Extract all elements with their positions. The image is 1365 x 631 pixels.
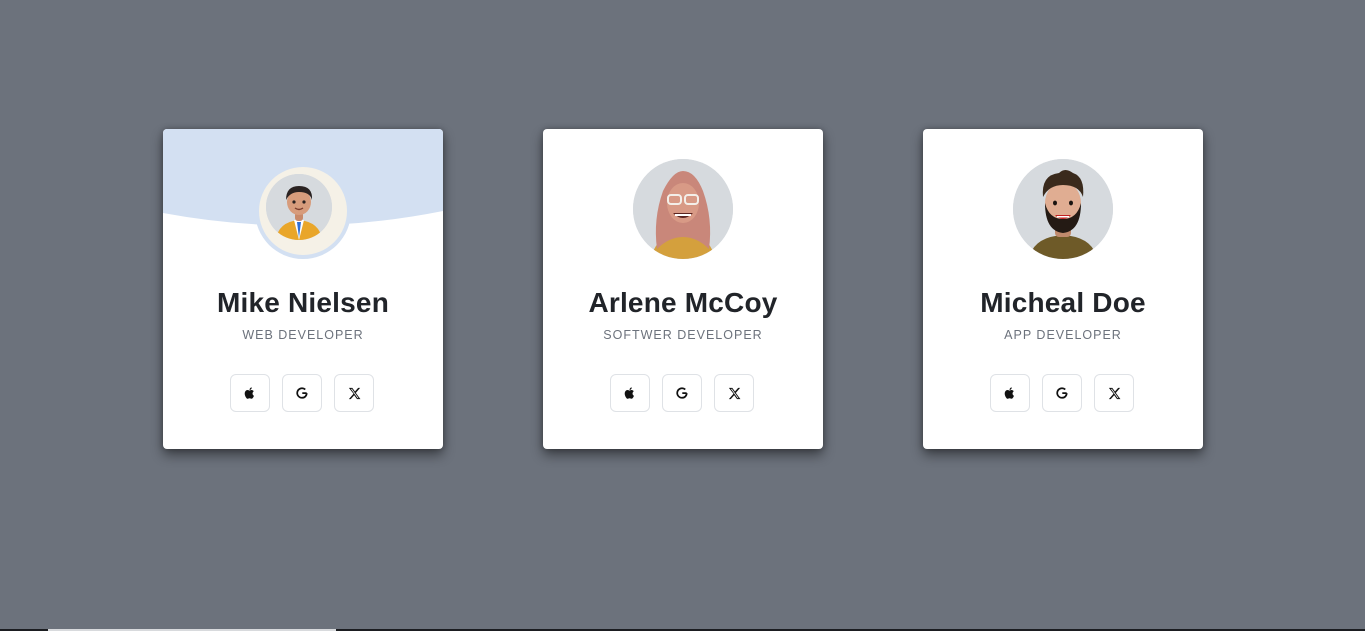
apple-button[interactable] [230,374,270,412]
social-links [610,374,756,414]
x-button[interactable] [334,374,374,412]
social-links [230,374,376,414]
avatar [255,163,351,259]
apple-button[interactable] [990,374,1030,412]
apple-icon [1004,387,1014,399]
page: Mike Nielsen WEB DEVELOPER Arlene McCoy … [0,0,1365,631]
x-icon [728,387,740,399]
x-button[interactable] [1094,374,1134,412]
profile-role: APP DEVELOPER [1004,328,1122,342]
profile-name: Arlene McCoy [588,287,778,318]
profile-card: Micheal Doe APP DEVELOPER [923,129,1203,449]
google-icon [676,387,688,399]
apple-icon [244,387,254,399]
google-button[interactable] [1042,374,1082,412]
x-icon [1108,387,1120,399]
profile-role: SOFTWER DEVELOPER [603,328,763,342]
profile-card: Mike Nielsen WEB DEVELOPER [163,129,443,449]
x-icon [348,387,360,399]
avatar-man-suit-icon [266,174,332,240]
avatar [633,159,733,259]
google-icon [1056,387,1068,399]
google-button[interactable] [282,374,322,412]
social-links [990,374,1136,414]
avatar-man-beard-icon [1013,159,1113,259]
profile-role: WEB DEVELOPER [242,328,364,342]
apple-button[interactable] [610,374,650,412]
profile-name: Mike Nielsen [216,287,390,318]
google-button[interactable] [662,374,702,412]
avatar-woman-hijab-icon [633,159,733,259]
x-button[interactable] [714,374,754,412]
profile-name: Micheal Doe [980,287,1146,318]
avatar [1013,159,1113,259]
google-icon [296,387,308,399]
apple-icon [624,387,634,399]
profile-card: Arlene McCoy SOFTWER DEVELOPER [543,129,823,449]
